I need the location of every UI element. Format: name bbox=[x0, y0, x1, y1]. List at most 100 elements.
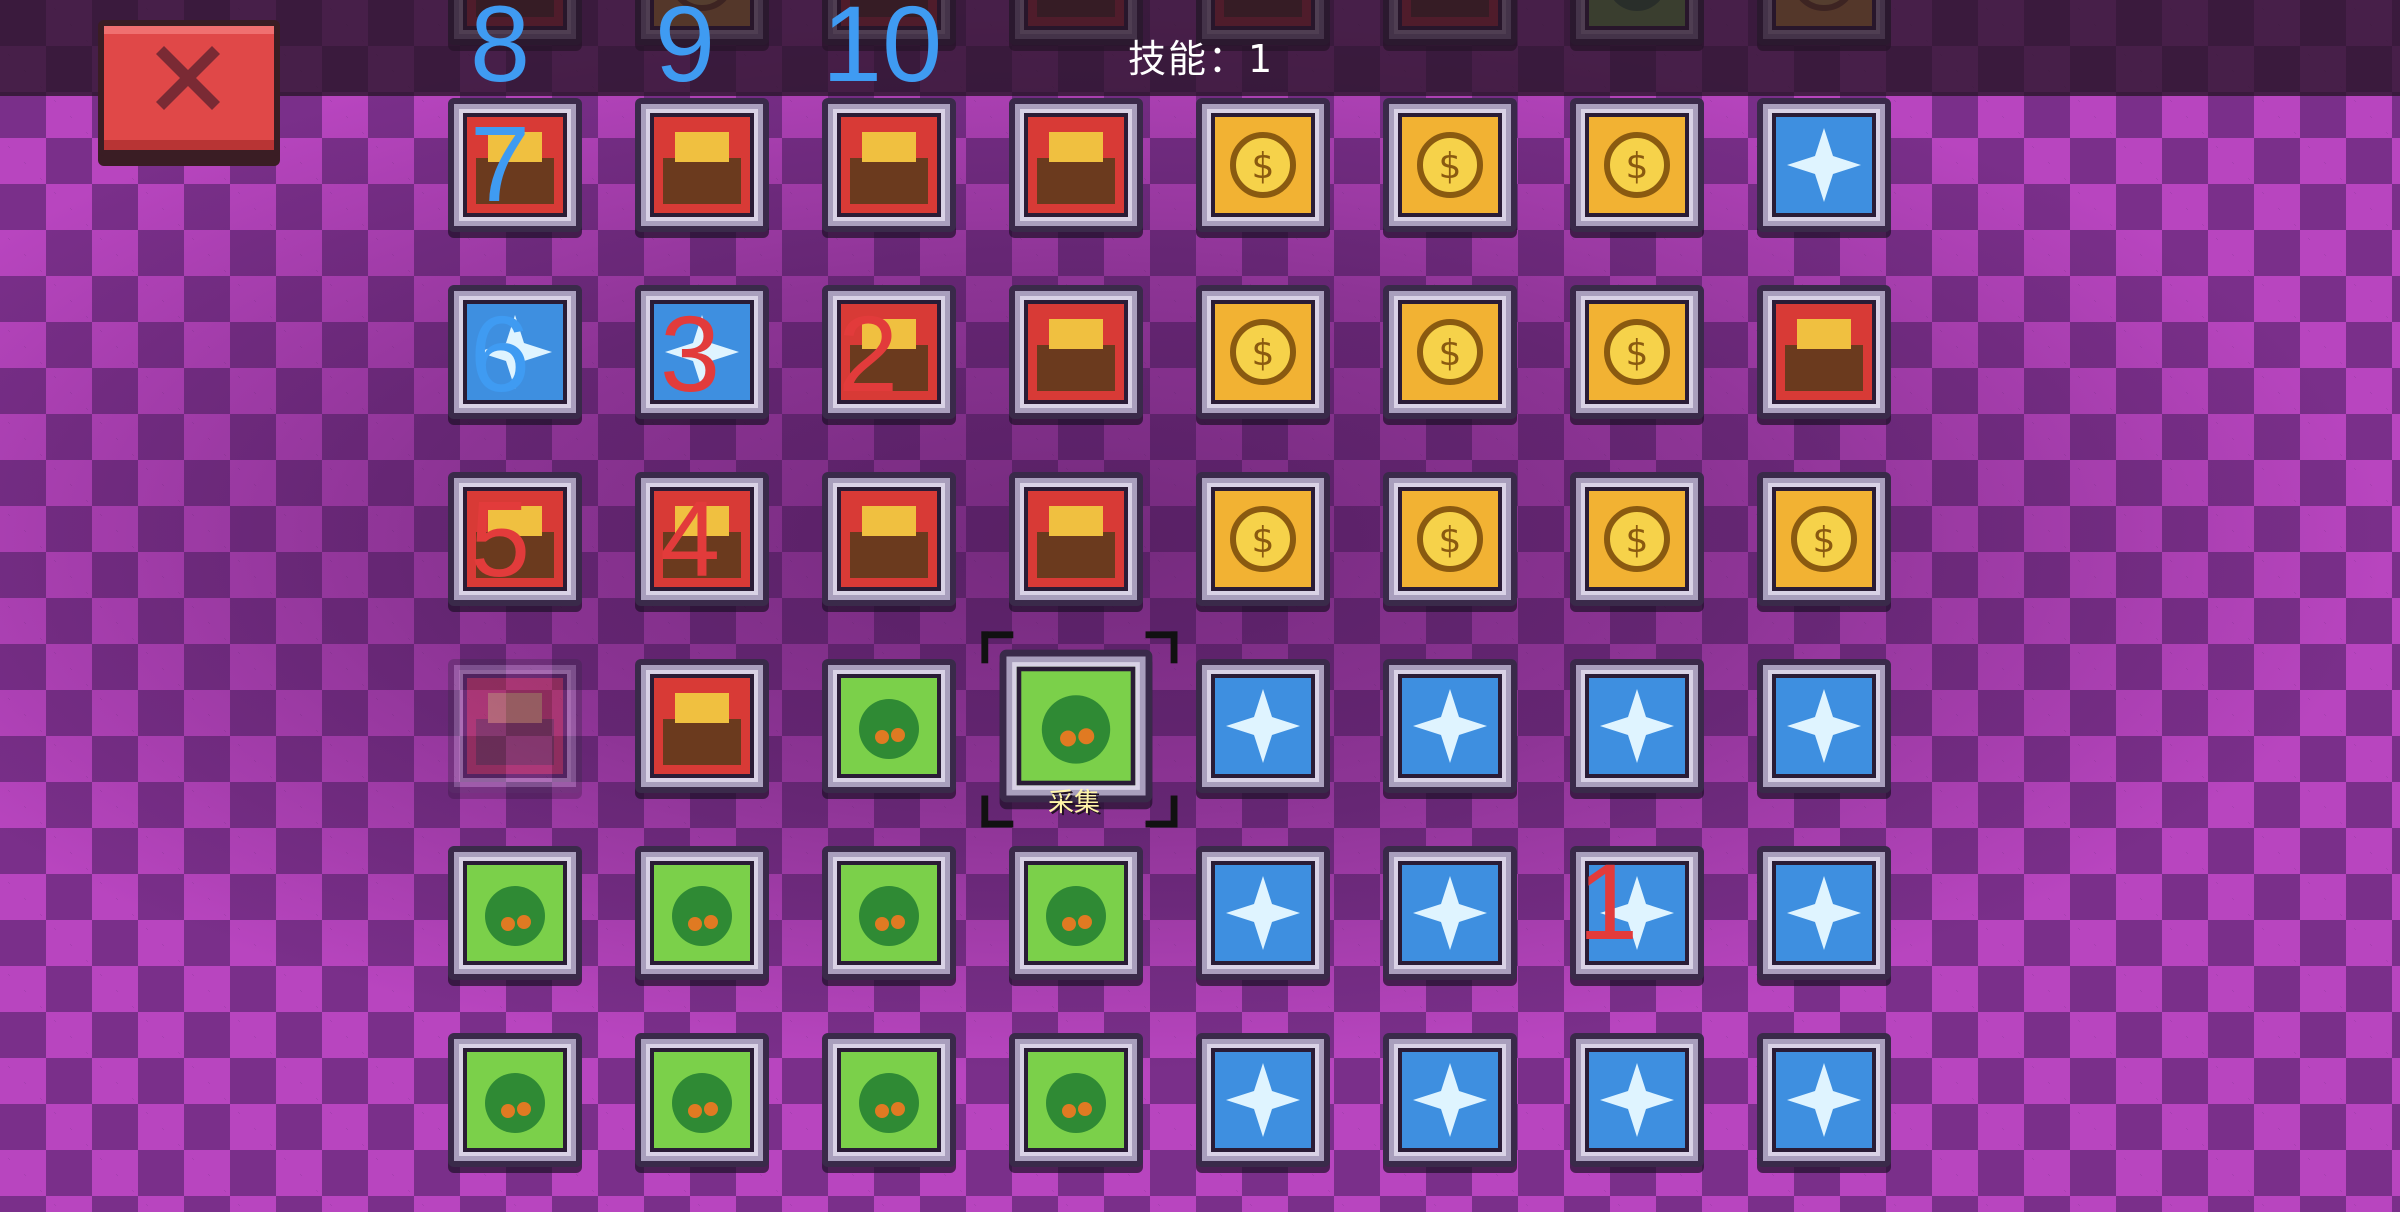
money-plant-icon: $ bbox=[1230, 132, 1296, 198]
skill-grid: $$$$$$$$$$$$ bbox=[448, 0, 1891, 1212]
ghost-hand-icon: $ bbox=[1604, 319, 1670, 385]
svg-text:$: $ bbox=[1439, 146, 1462, 187]
skill-tile-magic-orb[interactable]: $ bbox=[1757, 472, 1891, 606]
svg-text:$: $ bbox=[1252, 333, 1275, 374]
skill-tile-locomotive[interactable] bbox=[635, 98, 769, 232]
root-vegetable-icon bbox=[859, 699, 919, 759]
tile-icon bbox=[1046, 1073, 1106, 1133]
cauldron-icon bbox=[1413, 689, 1487, 763]
skill-tile-root-vegetable[interactable] bbox=[822, 659, 956, 793]
skill-tile-magic-brick-wall[interactable] bbox=[1757, 98, 1891, 232]
close-button[interactable] bbox=[98, 20, 280, 160]
skill-tile-stone-ore[interactable] bbox=[448, 846, 582, 980]
sparkle-hands-icon bbox=[1787, 876, 1861, 950]
koi-fish-icon bbox=[859, 886, 919, 946]
fireball-icon bbox=[476, 132, 554, 204]
magic-brick-wall-icon bbox=[1787, 128, 1861, 202]
svg-text:$: $ bbox=[1626, 146, 1649, 187]
skill-tile[interactable] bbox=[1009, 1033, 1143, 1167]
skill-tile-bank[interactable]: $ bbox=[1570, 98, 1704, 232]
skill-tile-barn-wheat[interactable] bbox=[635, 659, 769, 793]
slot-machine-icon: $ bbox=[1604, 506, 1670, 572]
skill-tile-coin-stacks[interactable]: $ bbox=[1196, 472, 1330, 606]
skill-tile-brick-wall[interactable] bbox=[1757, 285, 1891, 419]
bank-icon: $ bbox=[1604, 132, 1670, 198]
skill-tile-spotted-egg[interactable] bbox=[448, 659, 582, 793]
turtle-ghost-icon bbox=[1413, 876, 1487, 950]
pickaxe-rocks-icon bbox=[672, 886, 732, 946]
skill-tile-flooded-house[interactable] bbox=[448, 285, 582, 419]
barn-wheat-icon bbox=[663, 693, 741, 765]
skill-tile-gathering-berry-bush[interactable] bbox=[981, 631, 1178, 828]
skill-tile-potion-bottle[interactable] bbox=[1757, 659, 1891, 793]
svg-text:$: $ bbox=[1626, 333, 1649, 374]
skill-tile-ghost-hand[interactable]: $ bbox=[1570, 285, 1704, 419]
top-bar: 技能：1 bbox=[0, 0, 2400, 96]
spell-book-icon bbox=[1600, 876, 1674, 950]
selection-corner bbox=[1145, 795, 1178, 828]
skill-tile-fireball[interactable] bbox=[448, 98, 582, 232]
gathering-berry-bush-icon bbox=[1041, 695, 1111, 764]
skill-tile-yarn-scissors[interactable] bbox=[1009, 285, 1143, 419]
skill-tile-factory-smoke[interactable] bbox=[635, 285, 769, 419]
claw-grabber-icon bbox=[476, 506, 554, 578]
skill-tile-vault-safe[interactable]: $ bbox=[1383, 472, 1517, 606]
cloth-scissors-icon bbox=[1037, 132, 1115, 204]
skill-tile[interactable] bbox=[1570, 1033, 1704, 1167]
svg-text:$: $ bbox=[1439, 333, 1462, 374]
skill-tile-piggy-bank[interactable]: $ bbox=[1383, 285, 1517, 419]
skill-tile-molten-metal[interactable] bbox=[822, 98, 956, 232]
selected-tile-caption: 采集 bbox=[1048, 788, 1101, 818]
brick-wall-icon bbox=[1785, 319, 1863, 391]
skill-tile-bow-arrow[interactable] bbox=[1009, 846, 1143, 980]
locomotive-icon bbox=[663, 132, 741, 204]
svg-text:$: $ bbox=[1626, 520, 1649, 561]
skill-tile-claw-grabber[interactable] bbox=[448, 472, 582, 606]
skill-tile-anvil[interactable] bbox=[822, 285, 956, 419]
skill-tile-market-stall[interactable]: $ bbox=[1196, 285, 1330, 419]
skill-tile-hand-coins[interactable]: $ bbox=[1383, 98, 1517, 232]
stone-hammer-icon bbox=[663, 506, 741, 578]
skill-tile-slot-machine[interactable]: $ bbox=[1570, 472, 1704, 606]
coin-stacks-icon: $ bbox=[1230, 506, 1296, 572]
skill-tile[interactable] bbox=[822, 1033, 956, 1167]
potion-bottle-icon bbox=[1787, 689, 1861, 763]
skill-tile[interactable] bbox=[1757, 1033, 1891, 1167]
skill-tile-cauldron[interactable] bbox=[1383, 659, 1517, 793]
kiln-furnace-icon bbox=[1037, 506, 1115, 578]
sword-shield-icon bbox=[1226, 876, 1300, 950]
piggy-bank-icon: $ bbox=[1417, 319, 1483, 385]
skill-tile[interactable] bbox=[1383, 1033, 1517, 1167]
skill-tile-wood-saw[interactable] bbox=[822, 472, 956, 606]
selection-corner bbox=[981, 631, 1014, 664]
vault-safe-icon: $ bbox=[1417, 506, 1483, 572]
selection-corner bbox=[981, 795, 1014, 828]
skill-tile-turtle-ghost[interactable] bbox=[1383, 846, 1517, 980]
molten-metal-icon bbox=[850, 132, 928, 204]
skill-tile-stone-hammer[interactable] bbox=[635, 472, 769, 606]
stone-ore-icon bbox=[485, 886, 545, 946]
skill-tile[interactable] bbox=[635, 1033, 769, 1167]
yarn-scissors-icon bbox=[1037, 319, 1115, 391]
skill-tile[interactable] bbox=[1196, 1033, 1330, 1167]
skill-tile-spell-book[interactable] bbox=[1570, 846, 1704, 980]
svg-text:$: $ bbox=[1252, 146, 1275, 187]
flooded-house-icon bbox=[478, 315, 552, 389]
skill-tile-kiln-furnace[interactable] bbox=[1009, 472, 1143, 606]
tile-icon bbox=[1600, 1063, 1674, 1137]
bow-arrow-icon bbox=[1046, 886, 1106, 946]
skill-tile-cloth-scissors[interactable] bbox=[1009, 98, 1143, 232]
skill-points-counter: 技能：1 bbox=[1128, 37, 1275, 81]
skill-tile-pickaxe-rocks[interactable] bbox=[635, 846, 769, 980]
tile-icon bbox=[859, 1073, 919, 1133]
skill-tile-scroll-map[interactable] bbox=[1570, 659, 1704, 793]
wood-saw-icon bbox=[850, 506, 928, 578]
hand-coins-icon: $ bbox=[1417, 132, 1483, 198]
skill-tile-sword-shield[interactable] bbox=[1196, 846, 1330, 980]
skill-tile-lightbulb-brain[interactable] bbox=[1196, 659, 1330, 793]
skill-tile-money-plant[interactable]: $ bbox=[1196, 98, 1330, 232]
skill-tile[interactable] bbox=[448, 1033, 582, 1167]
tile-icon bbox=[672, 1073, 732, 1133]
skill-tile-koi-fish[interactable] bbox=[822, 846, 956, 980]
skill-tile-sparkle-hands[interactable] bbox=[1757, 846, 1891, 980]
